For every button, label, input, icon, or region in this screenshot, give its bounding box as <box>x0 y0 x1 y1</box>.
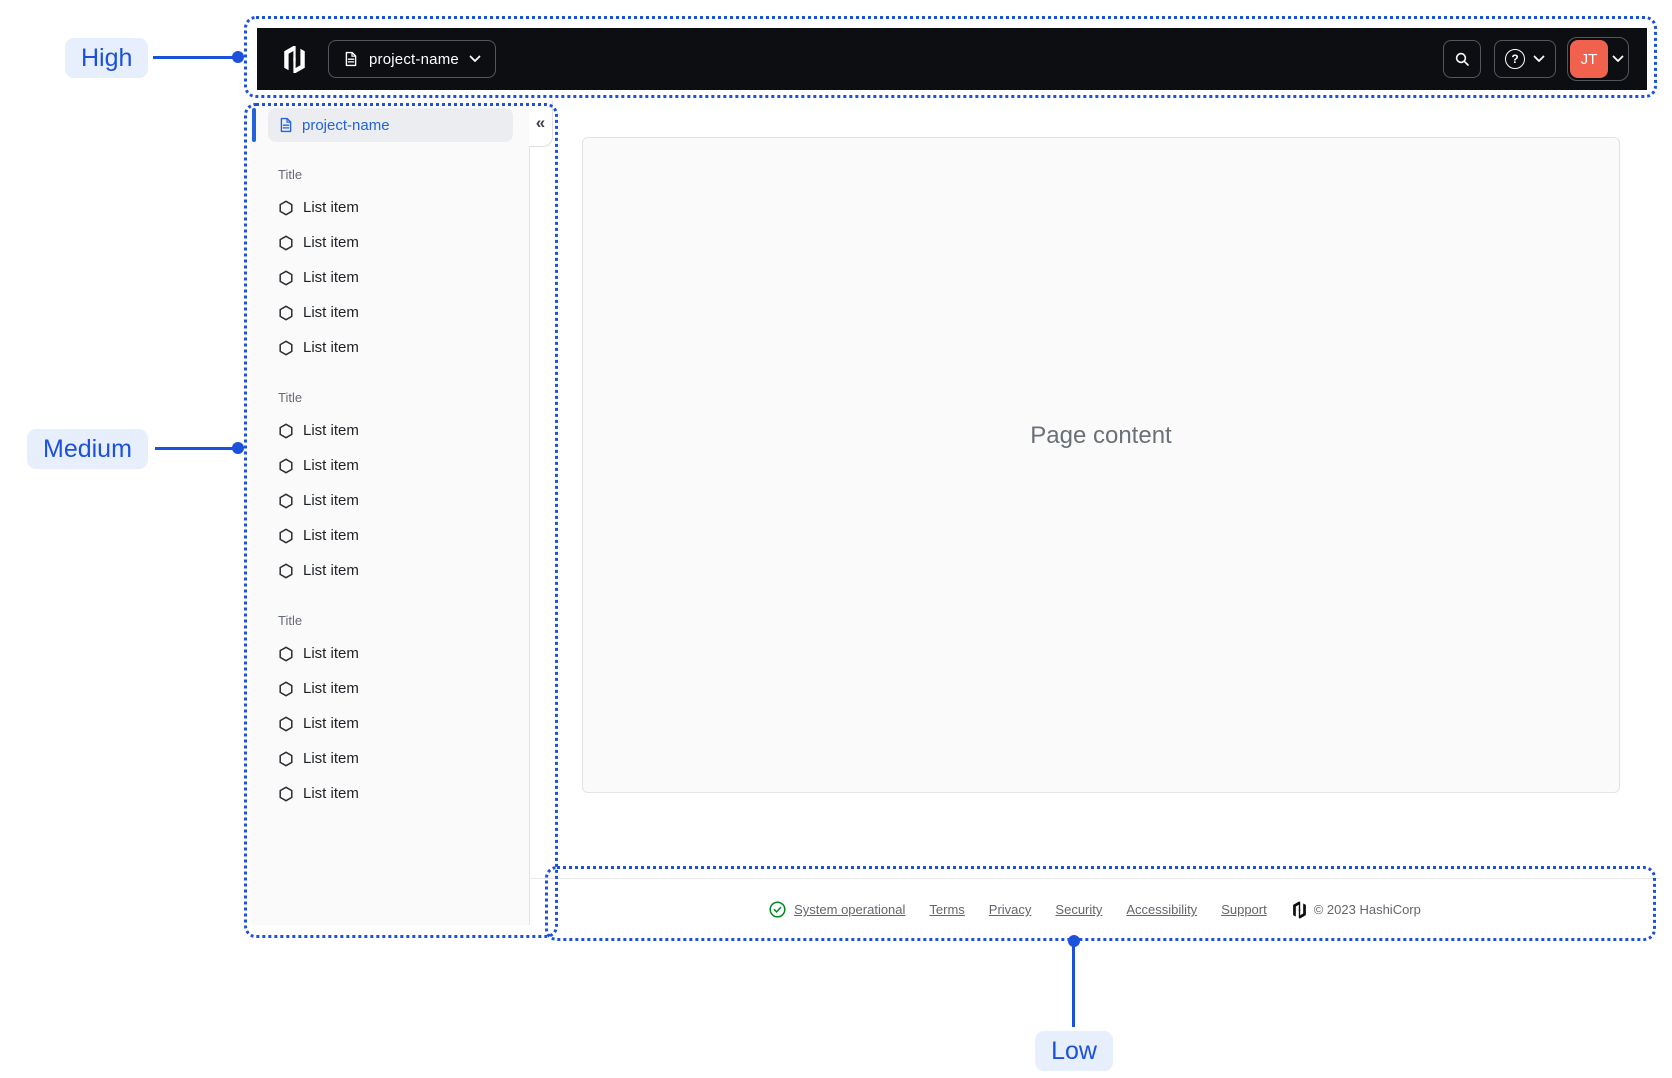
sidebar-list-item-label: List item <box>303 680 359 697</box>
hexagon-icon <box>278 681 294 697</box>
sidebar: project-name « Title List item List item… <box>250 100 553 925</box>
annotation-connector-low <box>1072 941 1075 1027</box>
sidebar-list-item-label: List item <box>303 750 359 767</box>
copyright-text: © 2023 HashiCorp <box>1313 902 1421 917</box>
sidebar-list-item[interactable]: List item <box>278 295 529 330</box>
sidebar-list-item[interactable]: List item <box>278 483 529 518</box>
system-status-label: System operational <box>794 902 906 917</box>
search-icon <box>1454 51 1470 67</box>
sidebar-list-item-label: List item <box>303 422 359 439</box>
sidebar-list-item-label: List item <box>303 715 359 732</box>
project-switcher-button[interactable]: project-name <box>328 40 496 78</box>
hexagon-icon <box>278 646 294 662</box>
sidebar-list-item-label: List item <box>303 339 359 356</box>
check-circle-icon <box>769 901 786 918</box>
sidebar-list-item-label: List item <box>303 562 359 579</box>
sidebar-list-item[interactable]: List item <box>278 518 529 553</box>
help-menu-button[interactable]: ? <box>1494 40 1556 78</box>
sidebar-list-item[interactable]: List item <box>278 553 529 588</box>
footer-link-privacy[interactable]: Privacy <box>989 902 1032 917</box>
sidebar-list-item[interactable]: List item <box>278 741 529 776</box>
sidebar-list-item-label: List item <box>303 199 359 216</box>
system-status-link[interactable]: System operational <box>769 901 905 918</box>
active-indicator-bar <box>252 108 256 142</box>
sidebar-list-item[interactable]: List item <box>278 671 529 706</box>
hashicorp-logo-icon[interactable] <box>281 45 308 74</box>
sidebar-list-item[interactable]: List item <box>278 330 529 365</box>
sidebar-project-label: project-name <box>302 116 390 134</box>
hexagon-icon <box>278 716 294 732</box>
hexagon-icon <box>278 493 294 509</box>
footer-link-accessibility[interactable]: Accessibility <box>1126 902 1197 917</box>
sidebar-list-item-label: List item <box>303 785 359 802</box>
page-content-label: Page content <box>1030 422 1172 449</box>
hexagon-icon <box>278 563 294 579</box>
sidebar-list-item-label: List item <box>303 492 359 509</box>
copyright: © 2023 HashiCorp <box>1291 901 1421 919</box>
avatar: JT <box>1570 40 1608 78</box>
sidebar-list-item-label: List item <box>303 234 359 251</box>
annotation-label-medium: Medium <box>27 429 148 469</box>
footer-link-terms[interactable]: Terms <box>929 902 964 917</box>
hexagon-icon <box>278 528 294 544</box>
hexagon-icon <box>278 235 294 251</box>
footer-link-support[interactable]: Support <box>1221 902 1267 917</box>
hexagon-icon <box>278 458 294 474</box>
annotation-dot-high <box>232 51 244 63</box>
sidebar-list-item[interactable]: List item <box>278 776 529 811</box>
annotation-label-high: High <box>65 38 149 78</box>
double-chevron-left-icon: « <box>535 113 546 132</box>
hexagon-icon <box>278 305 294 321</box>
sidebar-list-item[interactable]: List item <box>278 190 529 225</box>
chevron-down-icon <box>1533 55 1545 63</box>
annotation-label-low: Low <box>1035 1031 1113 1071</box>
sidebar-collapse-button[interactable]: « <box>529 100 553 147</box>
sidebar-list-item-label: List item <box>303 645 359 662</box>
sidebar-list-item[interactable]: List item <box>278 225 529 260</box>
annotation-dot-medium <box>232 442 244 454</box>
hexagon-icon <box>278 786 294 802</box>
document-icon <box>343 51 359 67</box>
project-switcher-label: project-name <box>369 50 459 68</box>
sidebar-list-item[interactable]: List item <box>278 260 529 295</box>
top-navbar: project-name ? JT <box>257 28 1647 90</box>
sidebar-section: Title List item List item List item List… <box>250 611 529 811</box>
sidebar-section-title: Title <box>278 389 303 405</box>
page-content-placeholder: Page content <box>582 137 1620 793</box>
hexagon-icon <box>278 340 294 356</box>
help-icon: ? <box>1505 49 1525 69</box>
document-icon <box>278 117 294 133</box>
chevron-down-icon <box>1612 55 1624 63</box>
hexagon-icon <box>278 270 294 286</box>
hexagon-icon <box>278 423 294 439</box>
search-button[interactable] <box>1443 40 1481 78</box>
sidebar-section: Title List item List item List item List… <box>250 165 529 365</box>
sidebar-list-item-label: List item <box>303 457 359 474</box>
chevron-down-icon <box>469 55 481 63</box>
sidebar-list-item[interactable]: List item <box>278 413 529 448</box>
sidebar-project-header[interactable]: project-name <box>268 108 513 142</box>
sidebar-section-title: Title <box>278 166 303 182</box>
hexagon-icon <box>278 200 294 216</box>
footer: System operational Terms Privacy Securit… <box>530 878 1660 940</box>
sidebar-section-title: Title <box>278 612 303 628</box>
hashicorp-logo-icon <box>1291 901 1308 919</box>
sidebar-list-item-label: List item <box>303 269 359 286</box>
sidebar-list-item-label: List item <box>303 527 359 544</box>
annotation-connector-high <box>153 56 235 59</box>
sidebar-section: Title List item List item List item List… <box>250 388 529 588</box>
sidebar-list-item[interactable]: List item <box>278 706 529 741</box>
hexagon-icon <box>278 751 294 767</box>
footer-link-security[interactable]: Security <box>1055 902 1102 917</box>
annotation-connector-medium <box>155 447 235 450</box>
account-menu-button[interactable]: JT <box>1567 37 1629 81</box>
sidebar-list-item-label: List item <box>303 304 359 321</box>
sidebar-list-item[interactable]: List item <box>278 636 529 671</box>
sidebar-list-item[interactable]: List item <box>278 448 529 483</box>
